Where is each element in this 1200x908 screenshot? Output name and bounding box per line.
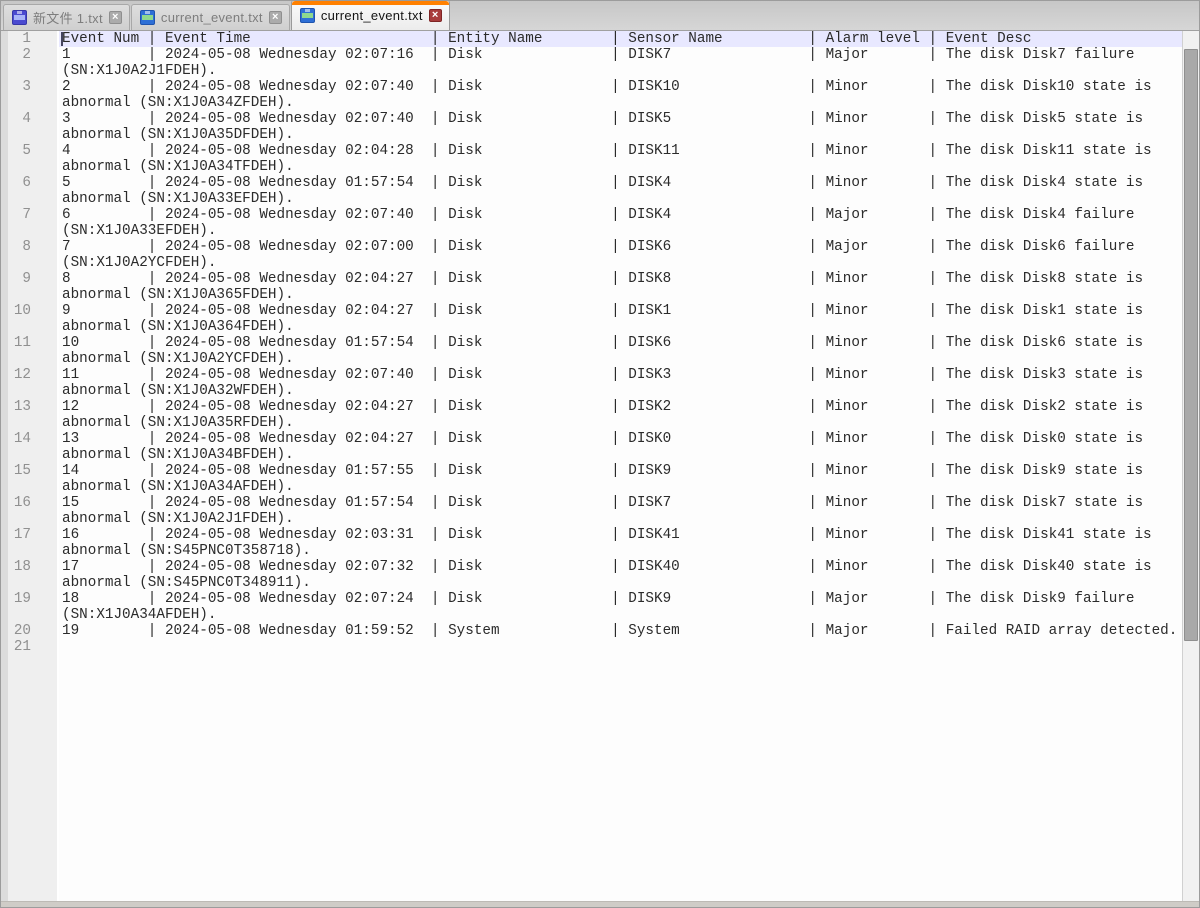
- line-number: 4: [1, 111, 59, 143]
- tab-current-event-1[interactable]: current_event.txt ×: [131, 4, 290, 30]
- editor-line-text[interactable]: 5 | 2024-05-08 Wednesday 01:57:54 | Disk…: [59, 175, 1182, 207]
- editor-line[interactable]: 98 | 2024-05-08 Wednesday 02:04:27 | Dis…: [1, 271, 1182, 303]
- text-editor-window: 新文件 1.txt × current_event.txt × current_…: [0, 0, 1200, 908]
- editor-line-text[interactable]: 9 | 2024-05-08 Wednesday 02:04:27 | Disk…: [59, 303, 1182, 335]
- line-number: 17: [1, 527, 59, 559]
- line-number: 10: [1, 303, 59, 335]
- line-number: 13: [1, 399, 59, 431]
- line-number: 6: [1, 175, 59, 207]
- editor-line[interactable]: 1312 | 2024-05-08 Wednesday 02:04:27 | D…: [1, 399, 1182, 431]
- editor-line[interactable]: 1817 | 2024-05-08 Wednesday 02:07:32 | D…: [1, 559, 1182, 591]
- tab-label: current_event.txt: [321, 8, 423, 23]
- editor-line-text[interactable]: 14 | 2024-05-08 Wednesday 01:57:55 | Dis…: [59, 463, 1182, 495]
- vertical-scrollbar[interactable]: [1182, 31, 1199, 901]
- editor-line-text[interactable]: 11 | 2024-05-08 Wednesday 02:07:40 | Dis…: [59, 367, 1182, 399]
- editor-area: 1Event Num | Event Time | Entity Name | …: [1, 31, 1199, 901]
- editor-line[interactable]: 43 | 2024-05-08 Wednesday 02:07:40 | Dis…: [1, 111, 1182, 143]
- line-number: 15: [1, 463, 59, 495]
- editor-line-text[interactable]: [59, 639, 1182, 655]
- line-number: 2: [1, 47, 59, 79]
- tab-current-event-2-active[interactable]: current_event.txt ×: [291, 0, 450, 30]
- editor-line-text[interactable]: 1 | 2024-05-08 Wednesday 02:07:16 | Disk…: [59, 47, 1182, 79]
- editor-line[interactable]: 32 | 2024-05-08 Wednesday 02:07:40 | Dis…: [1, 79, 1182, 111]
- editor-line[interactable]: 87 | 2024-05-08 Wednesday 02:07:00 | Dis…: [1, 239, 1182, 271]
- editor-line-text[interactable]: 12 | 2024-05-08 Wednesday 02:04:27 | Dis…: [59, 399, 1182, 431]
- editor-line[interactable]: 1514 | 2024-05-08 Wednesday 01:57:55 | D…: [1, 463, 1182, 495]
- text-caret: [61, 32, 63, 46]
- editor-line[interactable]: 1110 | 2024-05-08 Wednesday 01:57:54 | D…: [1, 335, 1182, 367]
- editor-line-text[interactable]: 2 | 2024-05-08 Wednesday 02:07:40 | Disk…: [59, 79, 1182, 111]
- saved-file-icon: [300, 8, 315, 23]
- line-number: 12: [1, 367, 59, 399]
- editor-line-text[interactable]: 18 | 2024-05-08 Wednesday 02:07:24 | Dis…: [59, 591, 1182, 623]
- editor-line[interactable]: 1918 | 2024-05-08 Wednesday 02:07:24 | D…: [1, 591, 1182, 623]
- close-icon[interactable]: ×: [429, 9, 442, 22]
- editor-line[interactable]: 2019 | 2024-05-08 Wednesday 01:59:52 | S…: [1, 623, 1182, 639]
- editor-line[interactable]: 1716 | 2024-05-08 Wednesday 02:03:31 | D…: [1, 527, 1182, 559]
- tab-label: 新文件 1.txt: [33, 8, 103, 27]
- line-number: 21: [1, 639, 59, 655]
- editor-line[interactable]: 76 | 2024-05-08 Wednesday 02:07:40 | Dis…: [1, 207, 1182, 239]
- editor-line-text[interactable]: 16 | 2024-05-08 Wednesday 02:03:31 | Dis…: [59, 527, 1182, 559]
- line-number: 20: [1, 623, 59, 639]
- editor-empty-text[interactable]: [59, 655, 1182, 901]
- close-icon[interactable]: ×: [109, 11, 122, 24]
- gutter-filler: [1, 655, 59, 901]
- editor-line-text[interactable]: 8 | 2024-05-08 Wednesday 02:04:27 | Disk…: [59, 271, 1182, 303]
- editor-line-text[interactable]: 4 | 2024-05-08 Wednesday 02:04:28 | Disk…: [59, 143, 1182, 175]
- editor-line[interactable]: 21 | 2024-05-08 Wednesday 02:07:16 | Dis…: [1, 47, 1182, 79]
- editor-line[interactable]: 1Event Num | Event Time | Entity Name | …: [1, 31, 1182, 47]
- editor-line-text[interactable]: 3 | 2024-05-08 Wednesday 02:07:40 | Disk…: [59, 111, 1182, 143]
- line-number: 11: [1, 335, 59, 367]
- line-number: 3: [1, 79, 59, 111]
- tab-new-file-1[interactable]: 新文件 1.txt ×: [3, 4, 130, 30]
- line-number: 14: [1, 431, 59, 463]
- line-number: 1: [1, 31, 59, 47]
- editor-empty-space[interactable]: [1, 655, 1182, 901]
- active-tab-accent-bar: [292, 1, 449, 5]
- editor-line-text[interactable]: 15 | 2024-05-08 Wednesday 01:57:54 | Dis…: [59, 495, 1182, 527]
- line-number: 5: [1, 143, 59, 175]
- line-number: 7: [1, 207, 59, 239]
- editor-line-text[interactable]: 17 | 2024-05-08 Wednesday 02:07:32 | Dis…: [59, 559, 1182, 591]
- tab-label: current_event.txt: [161, 10, 263, 25]
- line-number: 19: [1, 591, 59, 623]
- editor-line[interactable]: 54 | 2024-05-08 Wednesday 02:04:28 | Dis…: [1, 143, 1182, 175]
- editor-line[interactable]: 1211 | 2024-05-08 Wednesday 02:07:40 | D…: [1, 367, 1182, 399]
- editor-line-text[interactable]: 19 | 2024-05-08 Wednesday 01:59:52 | Sys…: [59, 623, 1182, 639]
- line-number: 16: [1, 495, 59, 527]
- editor-line[interactable]: 1615 | 2024-05-08 Wednesday 01:57:54 | D…: [1, 495, 1182, 527]
- editor-line-text[interactable]: 7 | 2024-05-08 Wednesday 02:07:00 | Disk…: [59, 239, 1182, 271]
- editor-line[interactable]: 21: [1, 639, 1182, 655]
- saved-file-icon: [140, 10, 155, 25]
- saved-file-icon: [12, 10, 27, 25]
- scrollbar-thumb[interactable]: [1184, 49, 1198, 641]
- line-number: 9: [1, 271, 59, 303]
- editor-line-text[interactable]: Event Num | Event Time | Entity Name | S…: [59, 31, 1182, 47]
- editor-line-text[interactable]: 10 | 2024-05-08 Wednesday 01:57:54 | Dis…: [59, 335, 1182, 367]
- tab-bar: 新文件 1.txt × current_event.txt × current_…: [1, 1, 1199, 31]
- editor-line[interactable]: 65 | 2024-05-08 Wednesday 01:57:54 | Dis…: [1, 175, 1182, 207]
- editor-line[interactable]: 109 | 2024-05-08 Wednesday 02:04:27 | Di…: [1, 303, 1182, 335]
- line-number: 18: [1, 559, 59, 591]
- editor-line-text[interactable]: 13 | 2024-05-08 Wednesday 02:04:27 | Dis…: [59, 431, 1182, 463]
- editor-line-text[interactable]: 6 | 2024-05-08 Wednesday 02:07:40 | Disk…: [59, 207, 1182, 239]
- editor-text-area[interactable]: 1Event Num | Event Time | Entity Name | …: [1, 31, 1182, 901]
- close-icon[interactable]: ×: [269, 11, 282, 24]
- editor-line[interactable]: 1413 | 2024-05-08 Wednesday 02:04:27 | D…: [1, 431, 1182, 463]
- line-number: 8: [1, 239, 59, 271]
- window-bottom-edge: [1, 901, 1199, 907]
